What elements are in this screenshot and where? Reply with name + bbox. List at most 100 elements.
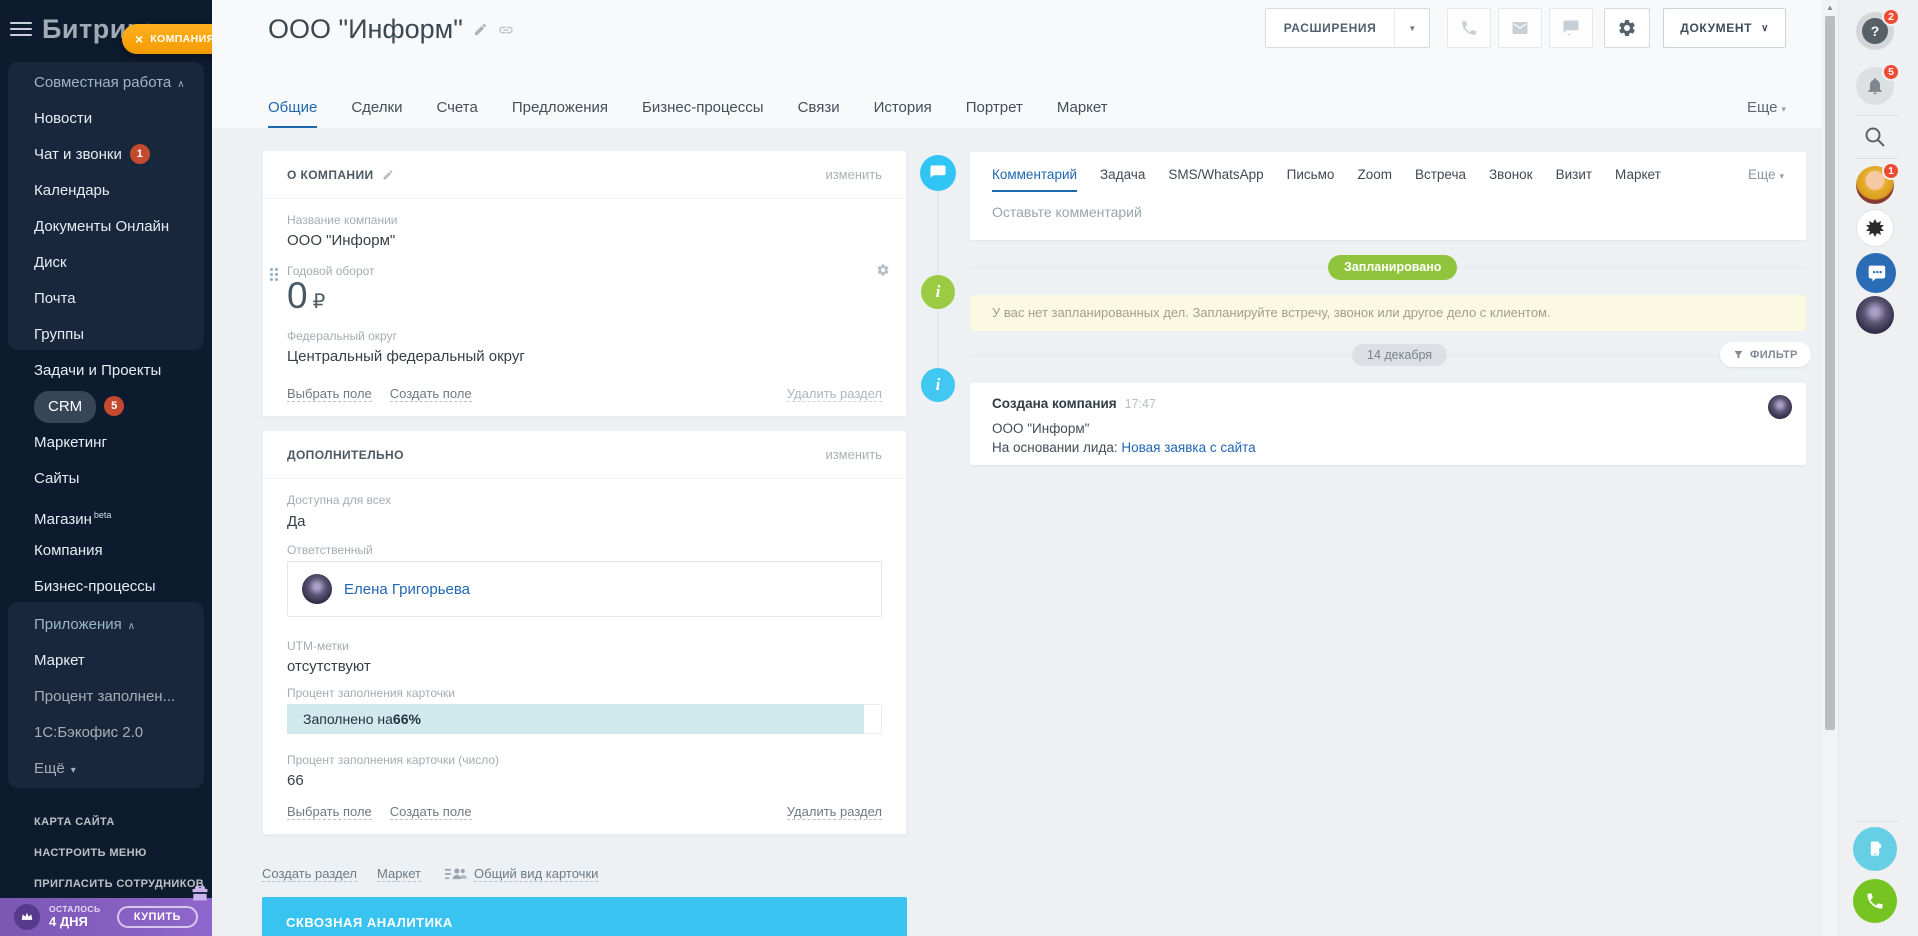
ttab-sms-whatsapp[interactable]: SMS/WhatsApp bbox=[1168, 167, 1263, 192]
email-button[interactable] bbox=[1498, 8, 1542, 48]
document-button[interactable]: ДОКУМЕНТ ∨ bbox=[1663, 8, 1786, 48]
entry-author-avatar[interactable] bbox=[1768, 395, 1792, 419]
create-field-link[interactable]: Создать поле bbox=[390, 804, 472, 820]
sidebar-item-eshche[interactable]: Ещё▾ bbox=[34, 756, 206, 782]
user-avatar-2[interactable] bbox=[1856, 209, 1894, 247]
about-edit-link[interactable]: изменить bbox=[825, 167, 882, 182]
extensions-dropdown-arrow[interactable]: ▼ bbox=[1394, 8, 1430, 48]
select-field-link[interactable]: Выбрать поле bbox=[287, 386, 372, 402]
field-gear-icon[interactable] bbox=[876, 263, 890, 277]
create-field-link[interactable]: Создать поле bbox=[390, 386, 472, 402]
fill-number-value[interactable]: 66 bbox=[287, 772, 304, 789]
select-field-link[interactable]: Выбрать поле bbox=[287, 804, 372, 820]
menu-hamburger-icon[interactable] bbox=[10, 22, 32, 38]
call-button[interactable] bbox=[1447, 8, 1491, 48]
market-link[interactable]: Маркет bbox=[377, 866, 421, 882]
entity-tabs: Общие Сделки Счета Предложения Бизнес-пр… bbox=[268, 92, 1786, 128]
sidebar-item-protsent-zapolnen[interactable]: Процент заполнен... bbox=[34, 684, 206, 710]
user-avatar-1[interactable]: 1 bbox=[1856, 166, 1894, 204]
card-view-link[interactable]: Общий вид карточки bbox=[474, 866, 598, 882]
sidebar-item-disk[interactable]: Диск bbox=[34, 250, 206, 276]
tab-portret[interactable]: Портрет bbox=[966, 99, 1023, 128]
responsible-field[interactable]: Елена Григорьева bbox=[287, 561, 882, 617]
sidebar-item-kalendar[interactable]: Календарь bbox=[34, 178, 206, 204]
analytics-bar[interactable]: СКВОЗНАЯ АНАЛИТИКА bbox=[262, 897, 907, 936]
activity-tabs: Комментарий Задача SMS/WhatsApp Письмо Z… bbox=[970, 152, 1806, 192]
delete-section-link[interactable]: Удалить раздел bbox=[787, 386, 882, 402]
copy-link-icon[interactable] bbox=[498, 22, 514, 38]
drag-handle-icon[interactable] bbox=[270, 268, 278, 281]
sidebar-group-prilozheniya[interactable]: Приложения∧ bbox=[34, 612, 206, 638]
tab-svyazi[interactable]: Связи bbox=[798, 99, 840, 128]
notifications-button[interactable]: 5 bbox=[1856, 67, 1894, 105]
sidebar-item-dokumenty-onlayn[interactable]: Документы Онлайн bbox=[34, 214, 206, 240]
buy-button[interactable]: КУПИТЬ bbox=[117, 906, 198, 928]
settings-gear-icon[interactable] bbox=[1604, 8, 1650, 48]
scrollbar-thumb[interactable] bbox=[1825, 16, 1835, 730]
sidebar-item-crm[interactable]: CRM5 bbox=[34, 391, 206, 417]
mobile-app-button[interactable] bbox=[1853, 827, 1897, 871]
sidebar-item-marketing[interactable]: Маркетинг bbox=[34, 430, 206, 456]
tab-market[interactable]: Маркет bbox=[1057, 99, 1108, 128]
sidebar-link-karta-sayta[interactable]: КАРТА САЙТА bbox=[34, 812, 115, 832]
tab-istoriya[interactable]: История bbox=[874, 99, 932, 128]
section-edit-pencil-icon[interactable] bbox=[382, 169, 394, 181]
user-avatar-3[interactable] bbox=[1856, 296, 1894, 334]
sidebar-item-novosti[interactable]: Новости bbox=[34, 106, 206, 132]
available-value[interactable]: Да bbox=[287, 513, 306, 530]
sidebar-item-kompaniya[interactable]: Компания bbox=[34, 538, 206, 564]
chat-button[interactable] bbox=[1549, 8, 1593, 48]
edit-title-pencil-icon[interactable] bbox=[473, 22, 488, 37]
ttab-vizit[interactable]: Визит bbox=[1556, 167, 1592, 192]
sidebar-item-1c-bekofis[interactable]: 1С:Бэкофис 2.0 bbox=[34, 720, 206, 746]
ttab-more[interactable]: Еще▾ bbox=[1748, 167, 1784, 192]
search-button[interactable] bbox=[1856, 118, 1894, 156]
bitrix24-app: Битрикс Совместная работа∧ Новости Чат и… bbox=[0, 0, 1918, 936]
tab-sdelki[interactable]: Сделки bbox=[351, 99, 402, 128]
timeline-entry[interactable]: Создана компания17:47 ООО "Информ" На ос… bbox=[970, 383, 1806, 465]
vertical-scrollbar[interactable]: ▲ bbox=[1822, 0, 1838, 936]
sidebar-link-priglasit-sotrudnikov[interactable]: ПРИГЛАСИТЬ СОТРУДНИКОВ bbox=[34, 874, 204, 894]
ttab-zoom[interactable]: Zoom bbox=[1357, 167, 1392, 192]
gift-icon[interactable] bbox=[190, 883, 210, 908]
comment-input[interactable]: Оставьте комментарий bbox=[970, 192, 1806, 220]
annual-turnover-value[interactable]: 0₽ bbox=[287, 275, 325, 317]
sidebar-item-chat-i-zvonki[interactable]: Чат и звонки1 bbox=[34, 142, 206, 168]
messenger-icon[interactable] bbox=[1856, 253, 1896, 293]
sidebar-group-collab[interactable]: Совместная работа∧ bbox=[34, 70, 206, 96]
utm-value[interactable]: отсутствуют bbox=[287, 658, 371, 675]
sidebar-item-gruppy[interactable]: Группы bbox=[34, 322, 206, 348]
ttab-vstrecha[interactable]: Встреча bbox=[1415, 167, 1466, 192]
tab-obshchie[interactable]: Общие bbox=[268, 99, 317, 128]
create-section-link[interactable]: Создать раздел bbox=[262, 866, 357, 882]
federal-district-value[interactable]: Центральный федеральный округ bbox=[287, 348, 525, 365]
ttab-pismo[interactable]: Письмо bbox=[1287, 167, 1335, 192]
responsible-name-link[interactable]: Елена Григорьева bbox=[344, 581, 470, 598]
ttab-market[interactable]: Маркет bbox=[1615, 167, 1661, 192]
sidebar-item-zadachi-i-proekty[interactable]: Задачи и Проекты bbox=[34, 358, 206, 384]
scroll-up-arrow[interactable]: ▲ bbox=[1822, 3, 1838, 12]
filter-button[interactable]: ФИЛЬТР bbox=[1720, 342, 1811, 367]
tab-scheta[interactable]: Счета bbox=[436, 99, 477, 128]
delete-section-link[interactable]: Удалить раздел bbox=[787, 804, 882, 820]
tab-more[interactable]: Еще▾ bbox=[1747, 99, 1786, 128]
tab-biznes-protsessy[interactable]: Бизнес-процессы bbox=[642, 99, 764, 128]
sidebar-item-biznes-protsessy[interactable]: Бизнес-процессы bbox=[34, 574, 206, 600]
sidebar-item-sayty[interactable]: Сайты bbox=[34, 466, 206, 492]
tab-predlozheniya[interactable]: Предложения bbox=[512, 99, 608, 128]
ttab-kommentariy[interactable]: Комментарий bbox=[992, 167, 1077, 192]
ttab-zadacha[interactable]: Задача bbox=[1100, 167, 1145, 192]
sidebar-item-pochta[interactable]: Почта bbox=[34, 286, 206, 312]
extensions-button[interactable]: РАСШИРЕНИЯ bbox=[1265, 8, 1395, 48]
lead-link[interactable]: Новая заявка с сайта bbox=[1121, 440, 1255, 455]
telephony-button[interactable] bbox=[1853, 879, 1897, 923]
close-icon[interactable]: × bbox=[135, 31, 143, 47]
entity-type-badge[interactable]: × КОМПАНИЯ bbox=[122, 24, 212, 54]
sidebar-item-magazin[interactable]: Магазинbeta bbox=[34, 502, 206, 528]
extra-edit-link[interactable]: изменить bbox=[825, 447, 882, 462]
sidebar-item-market[interactable]: Маркет bbox=[34, 648, 206, 674]
help-button[interactable]: ? 2 bbox=[1856, 12, 1894, 50]
sidebar-link-nastroit-menyu[interactable]: НАСТРОИТЬ МЕНЮ bbox=[34, 843, 147, 863]
company-name-value[interactable]: ООО "Информ" bbox=[287, 232, 395, 249]
ttab-zvonok[interactable]: Звонок bbox=[1489, 167, 1533, 192]
